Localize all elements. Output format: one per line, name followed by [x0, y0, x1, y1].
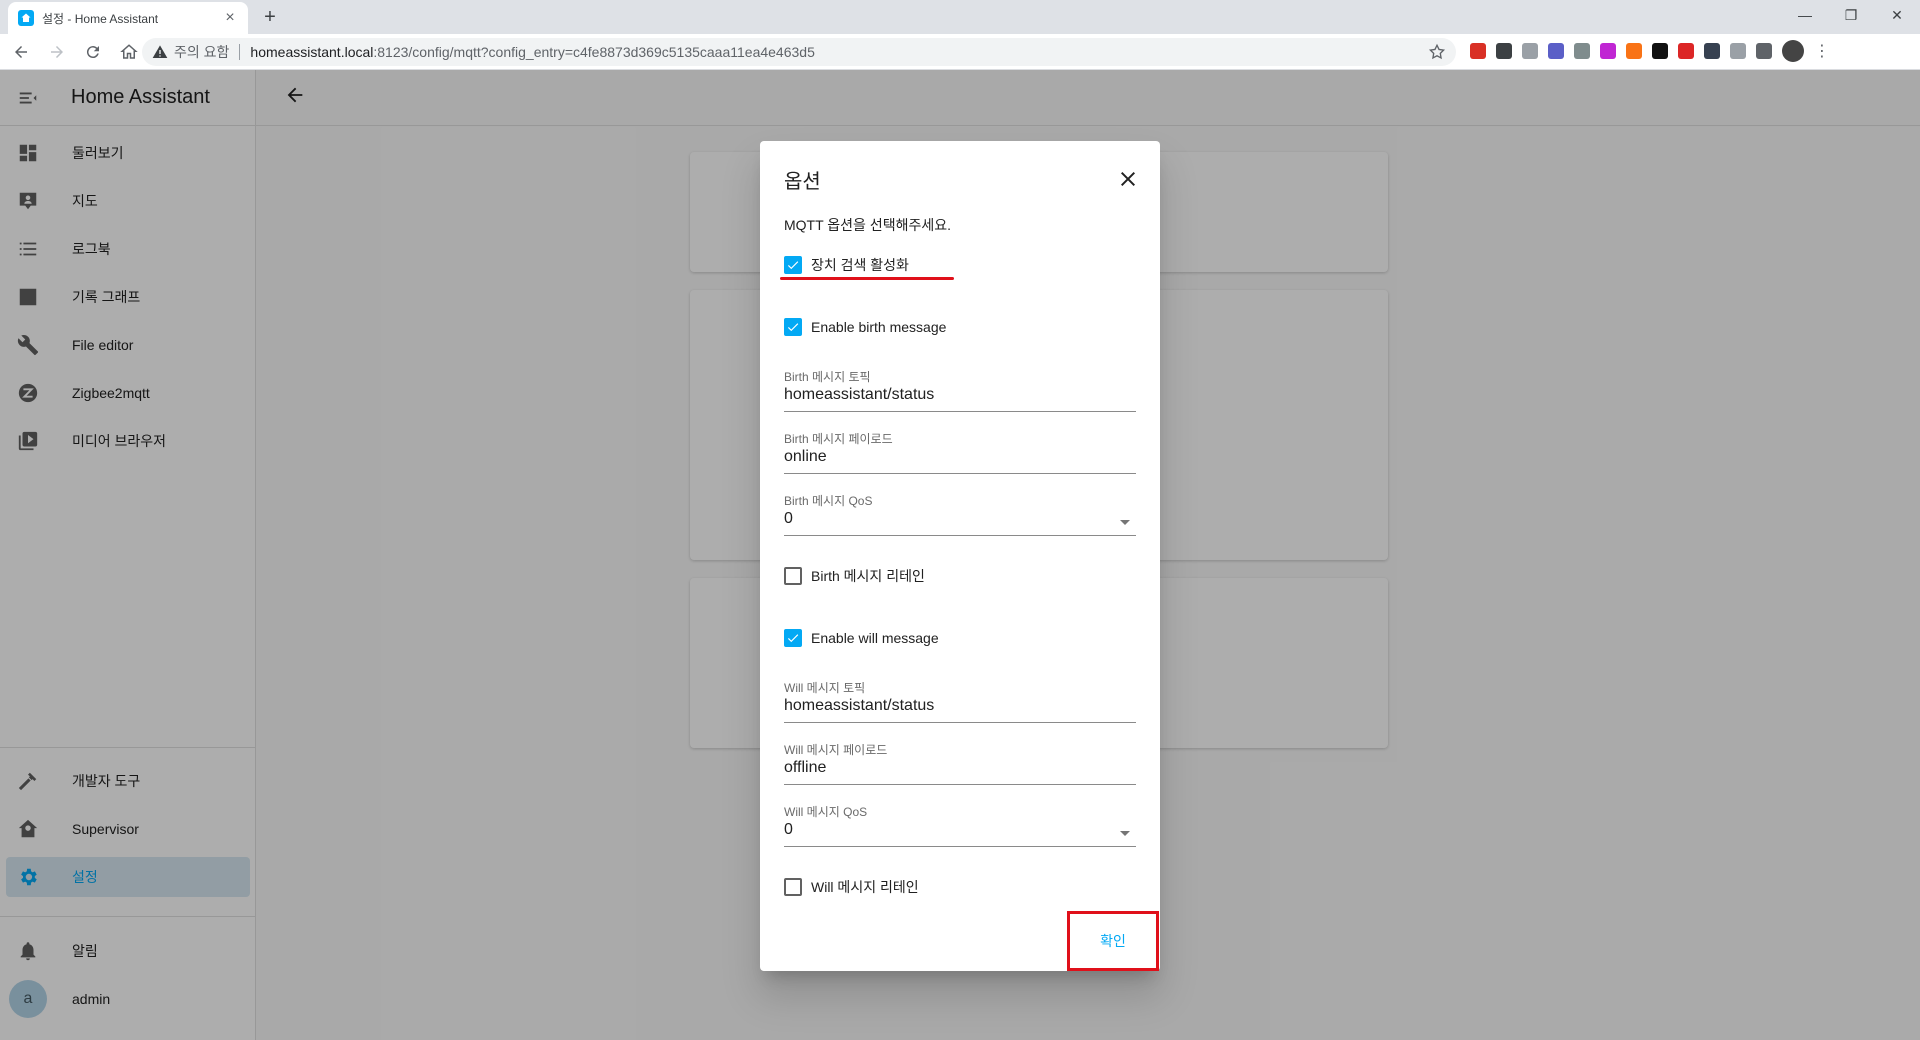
extensions-area: ⋮	[1470, 40, 1830, 62]
browser-extension-icon[interactable]	[1548, 43, 1564, 59]
bookmark-star-icon[interactable]	[1428, 43, 1446, 61]
field-label: Will 메시지 페이로드	[784, 743, 888, 757]
discovery-checkbox[interactable]	[784, 256, 802, 274]
field-value: online	[784, 448, 827, 465]
address-bar[interactable]: 주의 요함 homeassistant.local :8123/config/m…	[142, 38, 1456, 66]
dropdown-arrow-icon	[1120, 520, 1130, 525]
forward-icon[interactable]	[42, 37, 72, 67]
url-path: :8123/config/mqtt?config_entry=c4fe8873d…	[373, 44, 815, 60]
field-label: Will 메시지 QoS	[784, 805, 868, 819]
browser-tabbar: 설정 - Home Assistant × + — ❐ ✕	[0, 0, 1920, 34]
check-icon	[787, 634, 799, 643]
dropdown-arrow-icon	[1120, 831, 1130, 836]
birth-retain-checkbox[interactable]	[784, 567, 802, 585]
field-value: 0	[784, 510, 793, 527]
browser-extension-icon[interactable]	[1574, 43, 1590, 59]
browser-extension-icon[interactable]	[1730, 43, 1746, 59]
will-retain-checkbox[interactable]	[784, 878, 802, 896]
profile-avatar-icon[interactable]	[1782, 40, 1804, 62]
birth-enable-checkbox[interactable]	[784, 318, 802, 336]
highlight-underline	[780, 277, 954, 280]
new-tab-button[interactable]: +	[258, 6, 282, 30]
field-value: homeassistant/status	[784, 697, 935, 714]
ok-button[interactable]: 확인	[1076, 919, 1150, 963]
birth-payload-field[interactable]: Birth 메시지 페이로드 online	[784, 430, 1136, 474]
browser-menu-icon[interactable]: ⋮	[1814, 41, 1830, 61]
field-value: offline	[784, 759, 827, 776]
dialog-title: 옵션	[784, 171, 821, 193]
browser-extension-icon[interactable]	[1704, 43, 1720, 59]
will-enable-checkbox[interactable]	[784, 629, 802, 647]
will-topic-field[interactable]: Will 메시지 토픽 homeassistant/status	[784, 679, 1136, 723]
url-separator	[239, 44, 241, 60]
will-enable-label: Enable will message	[811, 630, 939, 646]
window-controls: — ❐ ✕	[1782, 0, 1920, 30]
close-icon[interactable]	[1116, 167, 1140, 191]
tab-close-icon[interactable]: ×	[222, 9, 238, 27]
field-value: 0	[784, 821, 793, 838]
browser-extension-icon[interactable]	[1756, 43, 1772, 59]
will-retain-checkbox-row[interactable]: Will 메시지 리테인	[784, 877, 919, 897]
security-warning-text: 주의 요함	[174, 44, 230, 60]
check-icon	[787, 323, 799, 332]
field-label: Birth 메시지 토픽	[784, 370, 871, 384]
browser-extension-icon[interactable]	[1496, 43, 1512, 59]
field-label: Birth 메시지 페이로드	[784, 432, 893, 446]
minimize-button[interactable]: —	[1782, 0, 1828, 30]
will-retain-label: Will 메시지 리테인	[811, 879, 919, 895]
reload-icon[interactable]	[78, 37, 108, 67]
dialog-description: MQTT 옵션을 선택해주세요.	[784, 217, 951, 233]
back-icon[interactable]	[6, 37, 36, 67]
birth-topic-field[interactable]: Birth 메시지 토픽 homeassistant/status	[784, 368, 1136, 412]
will-qos-select[interactable]: Will 메시지 QoS 0	[784, 803, 1136, 847]
browser-extension-icon[interactable]	[1652, 43, 1668, 59]
will-enable-checkbox-row[interactable]: Enable will message	[784, 629, 939, 647]
home-assistant-favicon-icon	[18, 10, 34, 26]
will-payload-field[interactable]: Will 메시지 페이로드 offline	[784, 741, 1136, 785]
browser-extension-icon[interactable]	[1678, 43, 1694, 59]
browser-toolbar: 주의 요함 homeassistant.local :8123/config/m…	[0, 34, 1920, 70]
warning-icon	[152, 45, 168, 58]
field-value: homeassistant/status	[784, 386, 935, 403]
discovery-checkbox-row[interactable]: 장치 검색 활성화	[784, 255, 909, 275]
mqtt-options-dialog: 옵션 MQTT 옵션을 선택해주세요. 장치 검색 활성화 Enable bir…	[760, 141, 1160, 971]
browser-extension-icon[interactable]	[1522, 43, 1538, 59]
birth-enable-checkbox-row[interactable]: Enable birth message	[784, 318, 946, 336]
tab-title: 설정 - Home Assistant	[42, 11, 159, 26]
discovery-label: 장치 검색 활성화	[811, 257, 909, 273]
field-label: Will 메시지 토픽	[784, 681, 866, 695]
restore-button[interactable]: ❐	[1828, 0, 1874, 30]
browser-extension-icon[interactable]	[1470, 43, 1486, 59]
check-icon	[787, 261, 799, 270]
birth-qos-select[interactable]: Birth 메시지 QoS 0	[784, 492, 1136, 536]
browser-tab[interactable]: 설정 - Home Assistant ×	[8, 2, 248, 34]
birth-retain-checkbox-row[interactable]: Birth 메시지 리테인	[784, 566, 925, 586]
birth-retain-label: Birth 메시지 리테인	[811, 568, 925, 584]
home-icon[interactable]	[114, 37, 144, 67]
browser-extension-icon[interactable]	[1600, 43, 1616, 59]
field-label: Birth 메시지 QoS	[784, 494, 873, 508]
birth-enable-label: Enable birth message	[811, 319, 947, 335]
browser-extension-icon[interactable]	[1626, 43, 1642, 59]
close-window-button[interactable]: ✕	[1874, 0, 1920, 30]
url-host: homeassistant.local	[250, 44, 374, 60]
